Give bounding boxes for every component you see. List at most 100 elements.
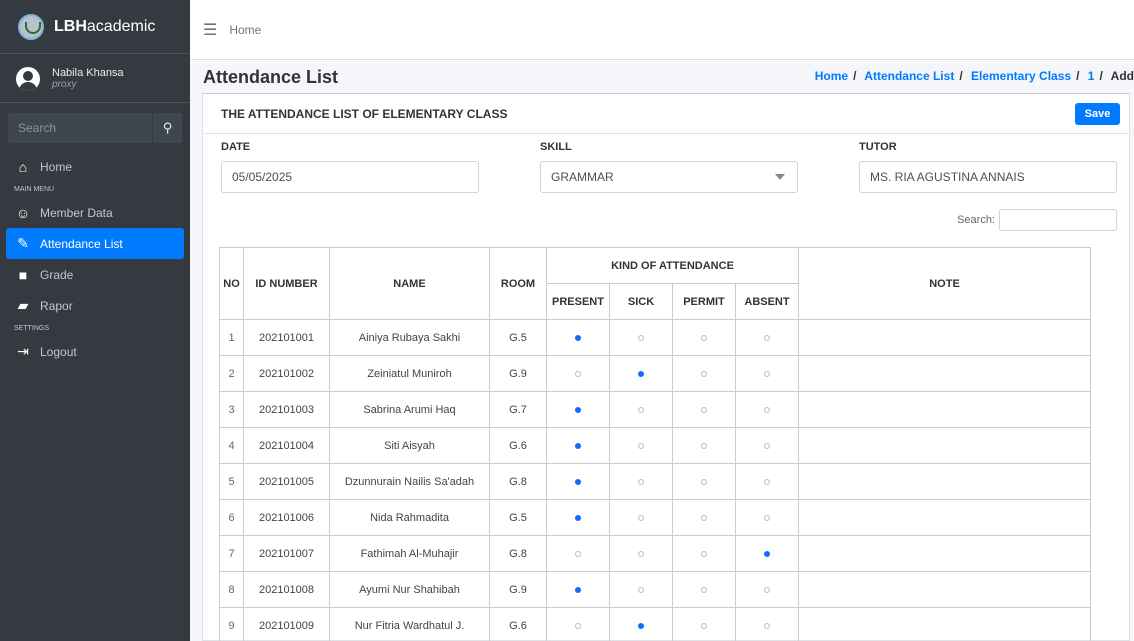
permit-radio[interactable] bbox=[701, 406, 707, 413]
present-radio[interactable] bbox=[575, 442, 581, 449]
table-row: 1 202101001 Ainiya Rubaya Sakhi G.5 bbox=[219, 319, 1091, 356]
absent-radio[interactable] bbox=[764, 622, 770, 629]
sick-radio[interactable] bbox=[638, 586, 644, 593]
absent-radio[interactable] bbox=[764, 442, 770, 449]
present-radio[interactable] bbox=[575, 334, 581, 341]
permit-radio[interactable] bbox=[701, 514, 707, 521]
date-input[interactable]: 05/05/2025 bbox=[221, 161, 479, 193]
row-number: 8 bbox=[219, 571, 244, 608]
permit-radio[interactable] bbox=[701, 586, 707, 593]
save-button[interactable]: Save bbox=[1075, 103, 1120, 125]
present-radio[interactable] bbox=[575, 622, 581, 629]
cell-permit bbox=[672, 319, 736, 356]
sidebar-item-attendance-list[interactable]: ✎ Attendance List bbox=[6, 228, 184, 259]
present-radio[interactable] bbox=[575, 406, 581, 413]
cell-permit bbox=[672, 391, 736, 428]
absent-radio[interactable] bbox=[764, 406, 770, 413]
absent-radio[interactable] bbox=[764, 370, 770, 377]
breadcrumb-class[interactable]: Elementary Class bbox=[971, 69, 1071, 83]
sick-radio[interactable] bbox=[638, 370, 644, 377]
skill-select[interactable]: GRAMMAR bbox=[540, 161, 798, 193]
sick-radio[interactable] bbox=[638, 334, 644, 341]
row-name: Zeiniatul Muniroh bbox=[329, 355, 490, 392]
sick-radio[interactable] bbox=[638, 550, 644, 557]
row-number: 1 bbox=[219, 319, 244, 356]
sick-radio[interactable] bbox=[638, 406, 644, 413]
cell-present bbox=[546, 463, 610, 500]
sidebar-search-input[interactable] bbox=[8, 113, 152, 143]
cell-sick bbox=[609, 499, 673, 536]
note-cell[interactable] bbox=[798, 319, 1091, 356]
absent-radio[interactable] bbox=[764, 550, 770, 557]
note-cell[interactable] bbox=[798, 463, 1091, 500]
absent-radio[interactable] bbox=[764, 478, 770, 485]
note-cell[interactable] bbox=[798, 427, 1091, 464]
row-name: Ainiya Rubaya Sakhi bbox=[329, 319, 490, 356]
row-room: G.6 bbox=[489, 427, 547, 464]
breadcrumb-current: Add bbox=[1110, 69, 1134, 83]
sick-radio[interactable] bbox=[638, 622, 644, 629]
sidebar-item-label: Attendance List bbox=[40, 236, 123, 251]
present-radio[interactable] bbox=[575, 550, 581, 557]
user-panel[interactable]: Nabila Khansa proxy bbox=[0, 55, 190, 103]
sign-out-icon: ⇥ bbox=[17, 343, 29, 359]
attendance-card: THE ATTENDANCE LIST OF ELEMENTARY CLASS … bbox=[202, 93, 1130, 641]
sidebar-item-label: Logout bbox=[40, 344, 77, 359]
tutor-input[interactable]: MS. RIA AGUSTINA ANNAIS bbox=[859, 161, 1117, 193]
brand[interactable]: LBHacademic bbox=[0, 0, 190, 54]
note-cell[interactable] bbox=[798, 607, 1091, 641]
menu-toggle-icon[interactable]: ☰ bbox=[203, 20, 217, 40]
permit-radio[interactable] bbox=[701, 622, 707, 629]
sidebar-item-grade[interactable]: ■ Grade bbox=[6, 259, 184, 290]
sick-radio[interactable] bbox=[638, 478, 644, 485]
note-cell[interactable] bbox=[798, 571, 1091, 608]
cell-present bbox=[546, 535, 610, 572]
breadcrumb-class-number[interactable]: 1 bbox=[1088, 69, 1095, 83]
row-name: Nur Fitria Wardhatul J. bbox=[329, 607, 490, 641]
row-number: 9 bbox=[219, 607, 244, 641]
absent-radio[interactable] bbox=[764, 334, 770, 341]
sick-radio[interactable] bbox=[638, 442, 644, 449]
note-cell[interactable] bbox=[798, 535, 1091, 572]
col-room: ROOM bbox=[489, 247, 547, 320]
present-radio[interactable] bbox=[575, 370, 581, 377]
sidebar-search: ⚲ bbox=[8, 113, 182, 143]
card-title: THE ATTENDANCE LIST OF ELEMENTARY CLASS bbox=[203, 94, 1129, 134]
skill-field: SKILL GRAMMAR bbox=[540, 141, 798, 193]
col-present: PRESENT bbox=[546, 283, 610, 320]
col-no: NO bbox=[219, 247, 244, 320]
sidebar-item-rapor[interactable]: ▰ Rapor bbox=[6, 290, 184, 321]
permit-radio[interactable] bbox=[701, 442, 707, 449]
sidebar-item-home[interactable]: ⌂ Home bbox=[6, 151, 184, 182]
table-search-input[interactable] bbox=[999, 209, 1117, 231]
permit-radio[interactable] bbox=[701, 550, 707, 557]
present-radio[interactable] bbox=[575, 478, 581, 485]
top-home-link[interactable]: Home bbox=[229, 23, 261, 37]
permit-radio[interactable] bbox=[701, 478, 707, 485]
permit-radio[interactable] bbox=[701, 370, 707, 377]
breadcrumb-attendance[interactable]: Attendance List bbox=[864, 69, 954, 83]
date-field: DATE 05/05/2025 bbox=[221, 141, 479, 193]
sidebar-item-logout[interactable]: ⇥ Logout bbox=[6, 336, 184, 367]
cell-permit bbox=[672, 535, 736, 572]
note-cell[interactable] bbox=[798, 355, 1091, 392]
sick-radio[interactable] bbox=[638, 514, 644, 521]
col-sick: SICK bbox=[609, 283, 673, 320]
cell-present bbox=[546, 319, 610, 356]
nav-header: MAIN MENU bbox=[14, 186, 55, 193]
sidebar-item-member-data[interactable]: ☺ Member Data bbox=[6, 197, 184, 228]
note-cell[interactable] bbox=[798, 391, 1091, 428]
cell-sick bbox=[609, 319, 673, 356]
sidebar-item-label: Rapor bbox=[40, 298, 73, 313]
present-radio[interactable] bbox=[575, 586, 581, 593]
search-icon[interactable]: ⚲ bbox=[152, 113, 182, 143]
user-avatar-icon bbox=[16, 66, 40, 91]
present-radio[interactable] bbox=[575, 514, 581, 521]
absent-radio[interactable] bbox=[764, 586, 770, 593]
permit-radio[interactable] bbox=[701, 334, 707, 341]
breadcrumb: Home / Attendance List / Elementary Class /… bbox=[814, 69, 1134, 83]
note-cell[interactable] bbox=[798, 499, 1091, 536]
breadcrumb-home[interactable]: Home bbox=[815, 69, 848, 83]
row-room: G.8 bbox=[489, 463, 547, 500]
absent-radio[interactable] bbox=[764, 514, 770, 521]
